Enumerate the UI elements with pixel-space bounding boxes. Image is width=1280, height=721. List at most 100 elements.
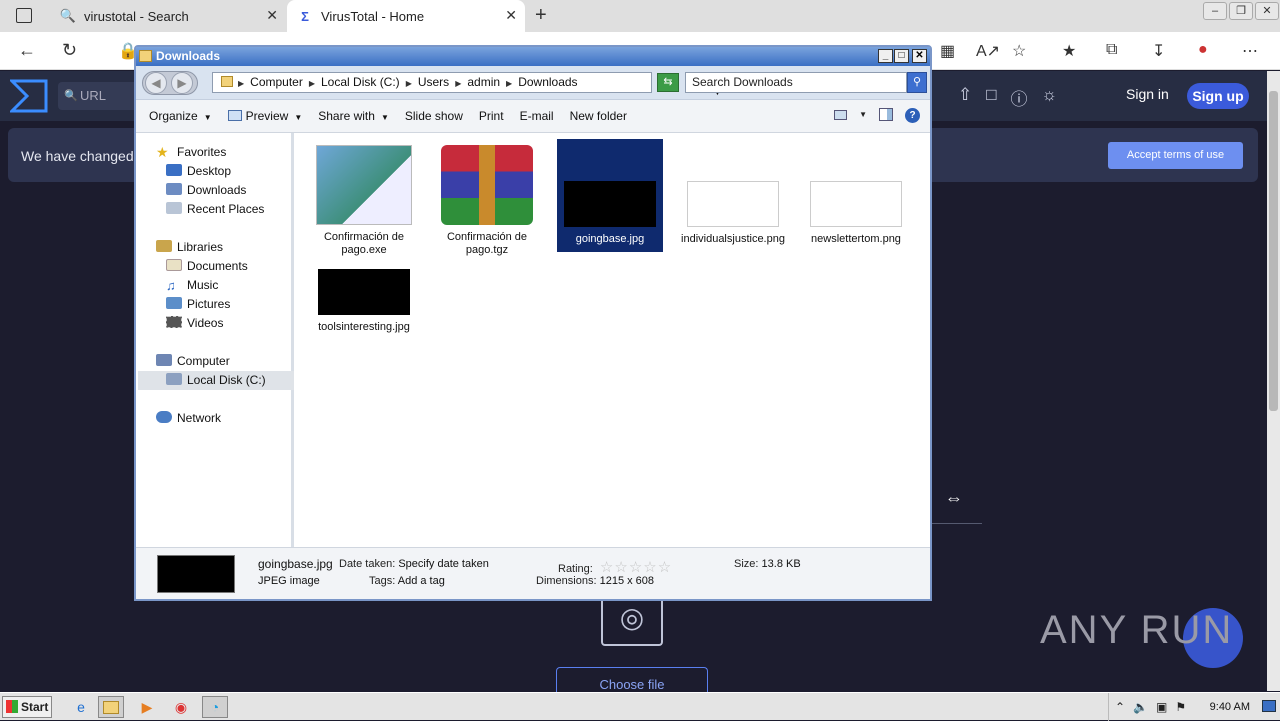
- back-button[interactable]: ◀: [145, 72, 167, 94]
- refresh-icon[interactable]: ↻: [62, 40, 77, 61]
- breadcrumb-users[interactable]: Users: [418, 75, 449, 89]
- vt-search-input[interactable]: 🔍 URL: [58, 82, 138, 110]
- explorer-window: Downloads _ □ ✕ ◀ ▶ ▶ Computer ▶ Local Disk …: [134, 45, 932, 601]
- minimize-button[interactable]: –: [1203, 2, 1227, 20]
- edge-icon[interactable]: ◔: [202, 696, 228, 718]
- search-downloads-input[interactable]: Search Downloads: [685, 72, 907, 93]
- upload-icon[interactable]: ⇧: [958, 85, 972, 110]
- date-taken-field[interactable]: Date taken: Specify date taken: [339, 558, 489, 570]
- ie-icon[interactable]: e: [68, 696, 94, 718]
- sign-up-button[interactable]: Sign up: [1187, 83, 1249, 109]
- choose-file-button[interactable]: Choose file: [556, 667, 708, 693]
- preview-pane-icon[interactable]: [879, 108, 893, 121]
- file-item[interactable]: individualsjustice.png: [680, 145, 786, 246]
- breadcrumb-admin[interactable]: admin: [467, 75, 500, 89]
- nav-downloads[interactable]: Downloads: [166, 181, 246, 200]
- tab-virustotal-home[interactable]: Σ VirusTotal - Home ✕: [287, 0, 525, 32]
- action-center-flag-icon[interactable]: ⚑: [1175, 700, 1186, 714]
- search-icon[interactable]: ⚲: [907, 72, 927, 93]
- close-tab-icon[interactable]: ✕: [266, 7, 278, 24]
- change-view-icon[interactable]: [834, 110, 848, 120]
- chevron-right-icon[interactable]: ▶: [506, 79, 512, 88]
- theme-icon[interactable]: ☼: [1042, 85, 1058, 110]
- profile-avatar-icon[interactable]: ●: [1198, 41, 1208, 59]
- file-item[interactable]: newslettertom.png: [803, 145, 909, 246]
- nav-local-disk[interactable]: Local Disk (C:): [138, 371, 294, 390]
- print-button[interactable]: Print: [479, 109, 504, 123]
- file-item[interactable]: Confirmación de pago.tgz: [434, 145, 540, 257]
- downloads-icon[interactable]: ↧: [1152, 41, 1165, 61]
- preview-menu[interactable]: Preview ▼: [227, 109, 302, 123]
- close-tab-icon[interactable]: ✕: [505, 7, 517, 24]
- nav-favorites[interactable]: ★ Favorites: [156, 143, 226, 162]
- clock[interactable]: 9:40 AM: [1210, 701, 1250, 713]
- close-window-button[interactable]: ✕: [1255, 2, 1279, 20]
- collections-icon[interactable]: ⧉: [1106, 41, 1117, 59]
- close-button[interactable]: ✕: [912, 49, 927, 63]
- maximize-button[interactable]: □: [894, 49, 909, 63]
- vt-header-icons: ⇧ □ ⓘ ☼: [958, 85, 1057, 110]
- nav-videos[interactable]: Videos: [166, 314, 223, 333]
- favorites-icon[interactable]: ★: [1062, 41, 1076, 61]
- tab-virustotal-search[interactable]: 🔍 virustotal - Search ✕: [50, 0, 286, 32]
- refresh-button[interactable]: ⇆: [657, 73, 679, 92]
- resize-handle-icon[interactable]: ⇔: [945, 488, 963, 509]
- back-icon[interactable]: ←: [18, 40, 36, 61]
- explorer-taskbar-icon[interactable]: [98, 696, 124, 718]
- address-breadcrumb[interactable]: ▶ Computer ▶ Local Disk (C:) ▶ Users ▶ admin ▶ Do…: [212, 72, 722, 97]
- chrome-icon[interactable]: ◉: [168, 696, 194, 718]
- tags-field[interactable]: Tags: Add a tag: [369, 575, 445, 587]
- chevron-right-icon[interactable]: ▶: [455, 79, 461, 88]
- nav-libraries[interactable]: Libraries: [156, 238, 223, 257]
- chevron-down-icon[interactable]: ▼: [859, 110, 867, 123]
- nav-pictures[interactable]: Pictures: [166, 295, 230, 314]
- breadcrumb-computer[interactable]: Computer: [250, 75, 303, 89]
- rating-stars[interactable]: ☆☆☆☆☆: [600, 559, 672, 576]
- nav-desktop[interactable]: Desktop: [166, 162, 231, 181]
- scrollbar-thumb[interactable]: [1269, 91, 1278, 411]
- new-folder-button[interactable]: New folder: [570, 109, 627, 123]
- chevron-right-icon[interactable]: ▶: [309, 79, 315, 88]
- apps-icon[interactable]: ▦: [940, 41, 955, 61]
- nav-recent-places[interactable]: Recent Places: [166, 200, 264, 219]
- rating-field[interactable]: Rating: ☆☆☆☆☆: [558, 558, 672, 576]
- nav-documents[interactable]: Documents: [166, 257, 248, 276]
- chat-icon[interactable]: □: [986, 85, 996, 110]
- add-favorite-icon[interactable]: ☆: [1012, 41, 1026, 61]
- network-status-icon[interactable]: ▣: [1156, 700, 1167, 714]
- breadcrumb-downloads[interactable]: Downloads: [518, 75, 577, 89]
- chevron-right-icon[interactable]: ▶: [238, 79, 244, 88]
- email-button[interactable]: E-mail: [520, 109, 554, 123]
- minimize-button[interactable]: _: [878, 49, 893, 63]
- nav-computer[interactable]: Computer: [156, 352, 230, 371]
- more-menu-icon[interactable]: ⋯: [1242, 41, 1258, 61]
- organize-menu[interactable]: Organize ▼: [149, 109, 212, 123]
- volume-icon[interactable]: 🔈: [1133, 700, 1148, 714]
- help-icon[interactable]: ⓘ: [1011, 85, 1028, 110]
- chevron-right-icon[interactable]: ▶: [406, 79, 412, 88]
- page-scrollbar[interactable]: [1267, 71, 1280, 691]
- slide-show-button[interactable]: Slide show: [405, 109, 463, 123]
- breadcrumb-local-disk[interactable]: Local Disk (C:): [321, 75, 400, 89]
- sign-in-link[interactable]: Sign in: [1126, 86, 1169, 102]
- forward-button[interactable]: ▶: [171, 72, 193, 94]
- show-desktop-icon[interactable]: [1262, 700, 1276, 712]
- start-button[interactable]: Start: [2, 696, 52, 718]
- restore-button[interactable]: ❐: [1229, 2, 1253, 20]
- virustotal-logo-icon[interactable]: [10, 79, 48, 113]
- explorer-title-bar[interactable]: Downloads _ □ ✕: [136, 47, 930, 66]
- show-hidden-icons[interactable]: ⌃: [1115, 700, 1125, 714]
- file-item[interactable]: toolsinteresting.jpg: [311, 269, 417, 334]
- read-aloud-icon[interactable]: A↗: [976, 41, 1000, 61]
- file-item-selected[interactable]: goingbase.jpg: [557, 139, 663, 252]
- accept-terms-button[interactable]: Accept terms of use: [1108, 142, 1243, 169]
- help-icon[interactable]: ?: [905, 108, 920, 123]
- new-tab-button[interactable]: +: [535, 4, 547, 27]
- tab-actions-icon[interactable]: [16, 8, 32, 23]
- file-item[interactable]: Confirmación de pago.exe: [311, 145, 417, 257]
- nav-music[interactable]: ♫ Music: [166, 276, 218, 295]
- nav-network[interactable]: Network: [156, 409, 221, 428]
- share-with-menu[interactable]: Share with ▼: [318, 109, 389, 123]
- network-icon: [156, 411, 172, 423]
- media-player-icon[interactable]: ▶: [134, 696, 160, 718]
